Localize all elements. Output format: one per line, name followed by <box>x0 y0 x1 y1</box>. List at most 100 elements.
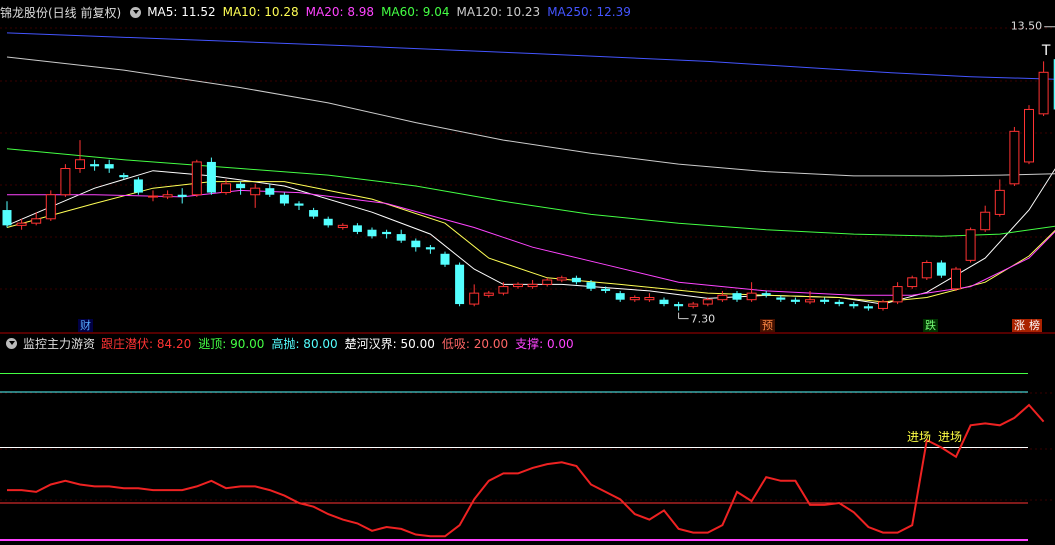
ma-line-ma250 <box>6 32 1055 80</box>
candle-body-down <box>834 301 844 305</box>
candle-body-up <box>191 161 202 196</box>
ma-legend-item: MA10: 10.28 <box>222 5 299 19</box>
indicator-legend: 跟庄潜伏: 84.20 逃顶: 90.00 高抛: 80.00 楚河汉界: 50.00… <box>101 335 581 352</box>
candle-body-down <box>571 277 581 283</box>
candle-body-down <box>323 218 333 226</box>
candle-body-down <box>2 210 12 226</box>
event-marker[interactable]: 财 <box>78 319 93 332</box>
entry-signal-label: 进场 <box>907 430 931 444</box>
candle-body-down <box>790 299 800 302</box>
candle-body-down <box>279 194 289 204</box>
candle-body-down <box>863 306 873 309</box>
candle-body-down <box>849 304 859 307</box>
candle-body-up <box>644 297 655 301</box>
candle-body-up <box>45 194 56 220</box>
stock-title: 锦龙股份(日线 前复权) <box>0 5 122 20</box>
event-marker[interactable]: 跌 <box>923 319 938 332</box>
candle-body-up <box>148 195 158 198</box>
candle-body-down <box>615 293 625 300</box>
candle-body-up <box>717 294 728 301</box>
indicator-legend-item: 支撑: 0.00 <box>515 336 574 351</box>
ma-line-ma20 <box>7 189 1055 296</box>
candle-body-up <box>513 283 523 288</box>
candle-body-down <box>309 210 319 217</box>
candle-body-down <box>601 288 611 291</box>
candle-body-up <box>16 222 27 226</box>
indicator-dropdown-icon[interactable] <box>6 337 17 349</box>
candle-body-down <box>820 299 830 302</box>
candle-body-down <box>776 297 786 300</box>
candle-body-down <box>119 175 129 178</box>
ma-legend-item: MA120: 10.23 <box>456 5 541 19</box>
candle-body-down <box>411 240 421 248</box>
chart-stage: 13.50 T 7.30 进场 进场 锦龙股份(日线 前复权) MA5: 11.52 MA… <box>0 0 1055 545</box>
candle-body-up <box>556 277 567 281</box>
candle-body-down <box>206 161 216 193</box>
event-marker[interactable]: 预 <box>760 319 775 332</box>
ma-line-ma60 <box>6 148 1055 237</box>
candle-body-down <box>265 188 275 195</box>
candle-body-up <box>921 262 932 279</box>
candle-body-down <box>177 194 187 197</box>
candle-body-down <box>440 253 450 265</box>
candle-body-up <box>878 301 888 309</box>
candle-body-down <box>396 234 406 241</box>
indicator-legend-item: 逃顶: 90.00 <box>198 336 265 351</box>
indicator-title: 监控主力游资 <box>23 336 96 351</box>
low-price-label: 7.30 <box>691 313 716 326</box>
candle-body-down <box>761 293 771 296</box>
candle-body-down <box>236 183 246 189</box>
ma-legend: MA5: 11.52 MA10: 10.28 MA20: 8.98 MA60: 9.0… <box>147 5 638 19</box>
indicator-legend-item: 高抛: 80.00 <box>271 336 338 351</box>
candle-body-up <box>1024 108 1034 163</box>
candle-body-up <box>162 194 173 198</box>
candle-body-up <box>221 183 231 194</box>
chart-canvas: 13.50 T 7.30 进场 进场 <box>0 20 1055 541</box>
candle-body-down <box>455 264 465 305</box>
ma-legend-item: MA60: 9.04 <box>381 5 450 19</box>
candle-body-up <box>250 187 261 196</box>
candle-body-up <box>951 268 961 290</box>
candle-body-up <box>746 292 757 301</box>
indicator-header: 监控主力游资 跟庄潜伏: 84.20 逃顶: 90.00 高抛: 80.00 楚河汉界… <box>3 334 581 352</box>
candle-body-down <box>586 282 596 289</box>
candle-body-up <box>688 303 699 307</box>
gzqf-line <box>7 403 1045 538</box>
candle-body-up <box>980 211 991 231</box>
high-price-label: 13.50 <box>1011 20 1043 33</box>
ma-legend-item: MA250: 12.39 <box>547 5 631 19</box>
main-chart-header: 锦龙股份(日线 前复权) MA5: 11.52 MA10: 10.28 MA20: … <box>0 3 638 21</box>
candle-body-down <box>133 179 143 193</box>
candle-body-down <box>294 203 304 206</box>
candle-body-down <box>674 304 684 307</box>
candle-body-up <box>1038 71 1049 115</box>
candle-body-up <box>542 279 553 285</box>
candle-body-up <box>31 218 42 224</box>
candle-body-up <box>1009 130 1020 185</box>
candle-body-down <box>104 164 114 169</box>
candle-body-down <box>382 231 392 235</box>
indicator-legend-item: 跟庄潜伏: 84.20 <box>101 336 192 351</box>
ma-line-ma120 <box>6 56 1055 177</box>
candle-body-down <box>936 262 946 276</box>
candle-body-up <box>498 286 509 294</box>
settings-dropdown-icon[interactable] <box>130 6 142 18</box>
candle-body-up <box>629 297 640 301</box>
candle-body-up <box>75 159 85 170</box>
candle-body-up <box>892 286 903 303</box>
indicator-legend-item: 低吸: 20.00 <box>441 336 509 351</box>
candle-body-up <box>60 168 71 196</box>
entry-signal-label: 进场 <box>938 430 962 444</box>
candle-body-down <box>90 164 100 167</box>
candle-body-up <box>994 189 1005 215</box>
candle-body-down <box>659 299 669 305</box>
candle-body-up <box>527 283 538 288</box>
candle-body-down <box>367 229 377 237</box>
ma-legend-item: MA20: 8.98 <box>305 5 375 19</box>
candle-body-up <box>337 224 348 229</box>
candle-body-down <box>732 293 742 300</box>
t-marker: T <box>1041 43 1051 59</box>
event-marker[interactable]: 榜 <box>1027 319 1042 332</box>
event-marker[interactable]: 涨 <box>1012 319 1027 332</box>
candle-body-up <box>907 277 918 288</box>
